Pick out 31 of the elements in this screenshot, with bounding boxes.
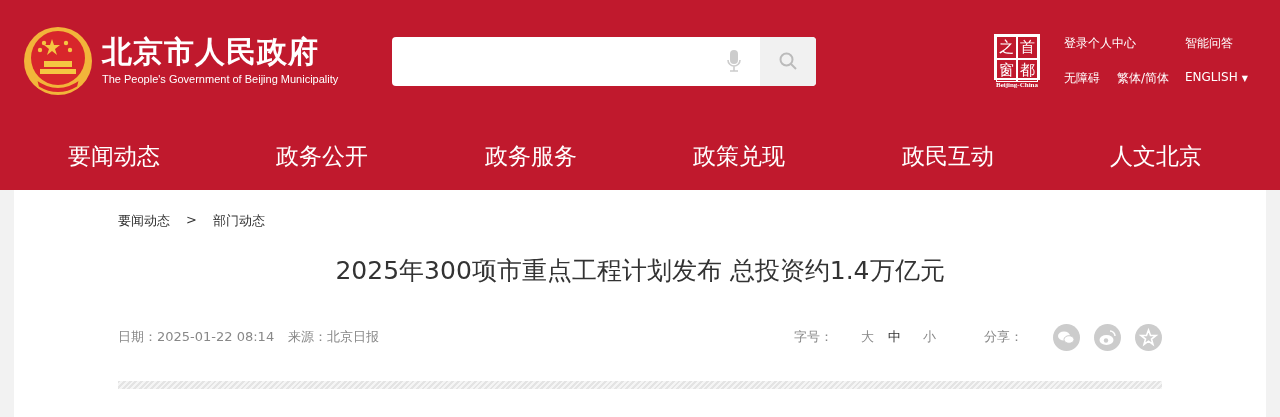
nav-tab[interactable]: 政务服务 [484,136,577,176]
header-link[interactable]: 智能问答 [1185,35,1248,52]
header-link[interactable]: 登录个人中心 [1064,35,1185,52]
breadcrumb-separator: > [186,212,197,229]
nav-tab[interactable]: 要闻动态 [68,136,160,176]
font-size-label: 字号： [794,328,833,346]
microphone-icon[interactable] [726,49,742,73]
font-size-option[interactable]: 中 [888,328,901,346]
nav-tab[interactable]: 政策兑现 [693,136,786,176]
source-info: 来源：北京日报 [288,328,380,346]
nav-tab[interactable]: 政民互动 [901,136,994,176]
language-dropdown[interactable]: ENGLISH ▼ [1185,70,1248,87]
search-button[interactable] [760,36,816,86]
site-title: 北京市人民政府 [102,37,320,67]
search-icon [779,52,797,70]
article-title: 2025年300项市重点工程计划发布 总投资约1.4万亿元 [334,255,946,287]
font-size-option[interactable]: 大 [861,328,874,346]
search-field[interactable] [392,36,816,86]
breadcrumb-link[interactable]: 要闻动态 [118,212,170,230]
share-label: 分享： [984,328,1023,346]
nav-tab[interactable]: 政务公开 [276,136,369,176]
header-link[interactable]: 繁体/简体 [1117,70,1185,87]
emblem-icon [22,25,94,97]
wechat-icon[interactable] [1053,323,1080,351]
site-subtitle: The People's Government of Beijing Municipality [102,73,339,85]
nav-tab[interactable]: 人文北京 [1109,136,1202,176]
weibo-icon[interactable] [1094,323,1121,351]
date-info: 日期：2025-01-22 08:14 [118,328,275,346]
font-size-option[interactable]: 小 [923,328,936,346]
header-link[interactable]: 无障碍 [1064,70,1117,87]
breadcrumb-link[interactable]: 部门动态 [212,212,265,230]
